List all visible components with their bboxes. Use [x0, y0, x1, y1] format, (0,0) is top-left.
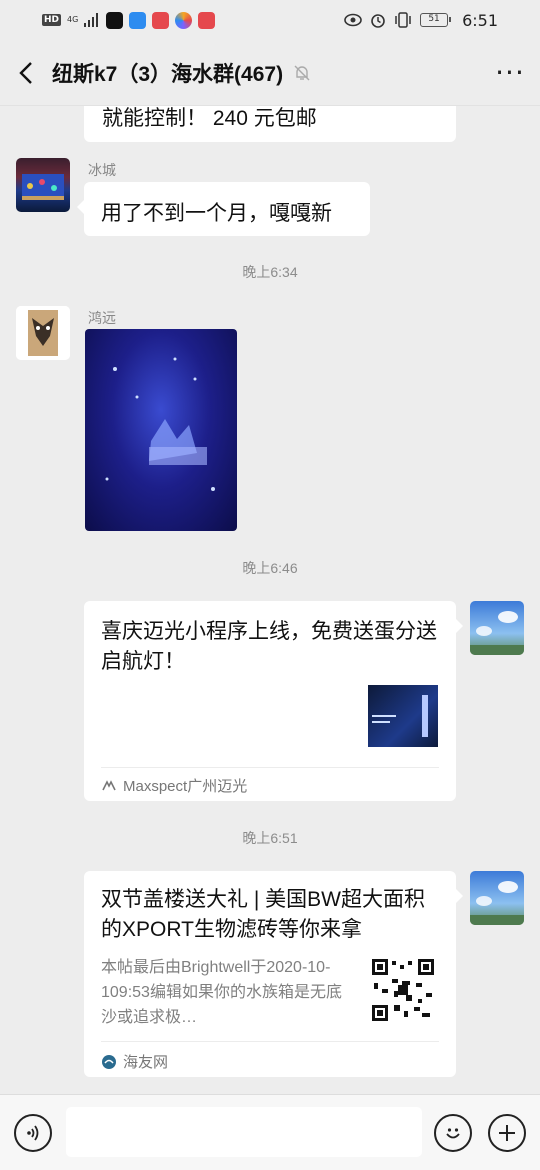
timestamp: 晚上6:51 — [242, 830, 298, 846]
qr-code-icon — [372, 959, 434, 1021]
input-bar — [0, 1094, 540, 1170]
sender-name: 鸿远 — [88, 310, 116, 326]
card-title: 双节盖楼送大礼 | 美国BW超大面积的XPORT生物滤砖等你来拿 — [101, 888, 425, 941]
avatar[interactable] — [16, 306, 70, 360]
battery-icon: 51 — [420, 13, 452, 27]
add-button[interactable] — [488, 1114, 526, 1152]
message-text: 用了不到一个月，嘎嘎新 — [101, 202, 332, 225]
clock-time: 6:51 — [462, 10, 498, 30]
card-title: 喜庆迈光小程序上线，免费送蛋分送启航灯！ — [101, 620, 437, 673]
message-list[interactable]: 就能控制！ 240 元包邮 冰城 用了不到一个月，嘎嘎新 晚上6:34 鸿远 晚… — [0, 106, 540, 1094]
avatar-image — [470, 611, 524, 655]
voice-icon — [27, 1125, 39, 1141]
card-source-name: Maxspect广州迈光 — [123, 778, 248, 795]
message-bubble[interactable]: 用了不到一个月，嘎嘎新 — [77, 182, 370, 236]
image-message[interactable] — [85, 329, 237, 531]
message-text: 就能控制！ 240 元包邮 — [102, 107, 317, 130]
avatar-image — [470, 881, 524, 925]
plus-icon — [499, 1125, 515, 1141]
more-options-button[interactable]: ··· — [480, 40, 540, 106]
chat-header: 纽斯k7（3）海水群(467) ··· — [0, 40, 540, 106]
card-source-name: 海友网 — [123, 1054, 169, 1071]
signal-icon — [84, 13, 99, 27]
more-icon: ··· — [495, 56, 525, 89]
app-blue-icon — [129, 11, 147, 29]
avatar-image — [22, 174, 64, 200]
hd-badge: HD — [42, 14, 62, 26]
card-divider — [101, 1041, 439, 1042]
maxspect-logo-icon — [102, 779, 116, 790]
timestamp: 晚上6:46 — [242, 560, 298, 576]
sender-name: 冰城 — [88, 162, 116, 178]
vibrate-icon — [395, 12, 411, 28]
network-label: 4G — [67, 15, 79, 24]
card-thumbnail — [368, 685, 438, 747]
status-bar: HD 4G 51 6:51 — [0, 0, 540, 40]
thumbnail-image — [372, 695, 428, 737]
haiyou-logo-icon — [102, 1054, 116, 1069]
aquarium-photo — [105, 357, 215, 491]
avatar[interactable] — [16, 158, 70, 212]
eye-icon — [344, 13, 362, 27]
emoji-icon — [446, 1128, 460, 1139]
app-colorful-icon — [175, 11, 193, 29]
link-card[interactable]: 喜庆迈光小程序上线，免费送蛋分送启航灯！ Maxspect广州迈光 — [84, 601, 463, 801]
timestamp: 晚上6:34 — [242, 264, 298, 280]
chat-title: 纽斯k7（3）海水群(467) — [52, 62, 284, 86]
my-avatar[interactable] — [470, 601, 524, 655]
avatar-image — [16, 306, 70, 360]
back-button[interactable] — [0, 40, 52, 106]
qr-code-thumbnail — [372, 959, 434, 1021]
link-card[interactable]: 双节盖楼送大礼 | 美国BW超大面积的XPORT生物滤砖等你来拿 本帖最后由Br… — [84, 871, 463, 1077]
message-bubble[interactable]: 就能控制！ 240 元包邮 — [84, 106, 456, 142]
app-huawei-icon — [198, 11, 216, 29]
emoji-button[interactable] — [434, 1114, 472, 1152]
message-input[interactable] — [66, 1107, 422, 1157]
card-divider — [101, 767, 439, 768]
card-source: Maxspect广州迈光 — [101, 775, 247, 796]
card-source: 海友网 — [101, 1051, 168, 1072]
tiktok-icon — [106, 11, 124, 29]
chevron-left-icon — [19, 61, 32, 84]
card-description: 本帖最后由Brightwell于2020-10-109:53编辑如果你的水族箱是… — [101, 959, 342, 1026]
voice-button[interactable] — [14, 1114, 52, 1152]
app-red-icon — [152, 11, 170, 29]
mute-bell-icon — [294, 65, 310, 80]
alarm-icon — [371, 14, 385, 28]
my-avatar[interactable] — [470, 871, 524, 925]
